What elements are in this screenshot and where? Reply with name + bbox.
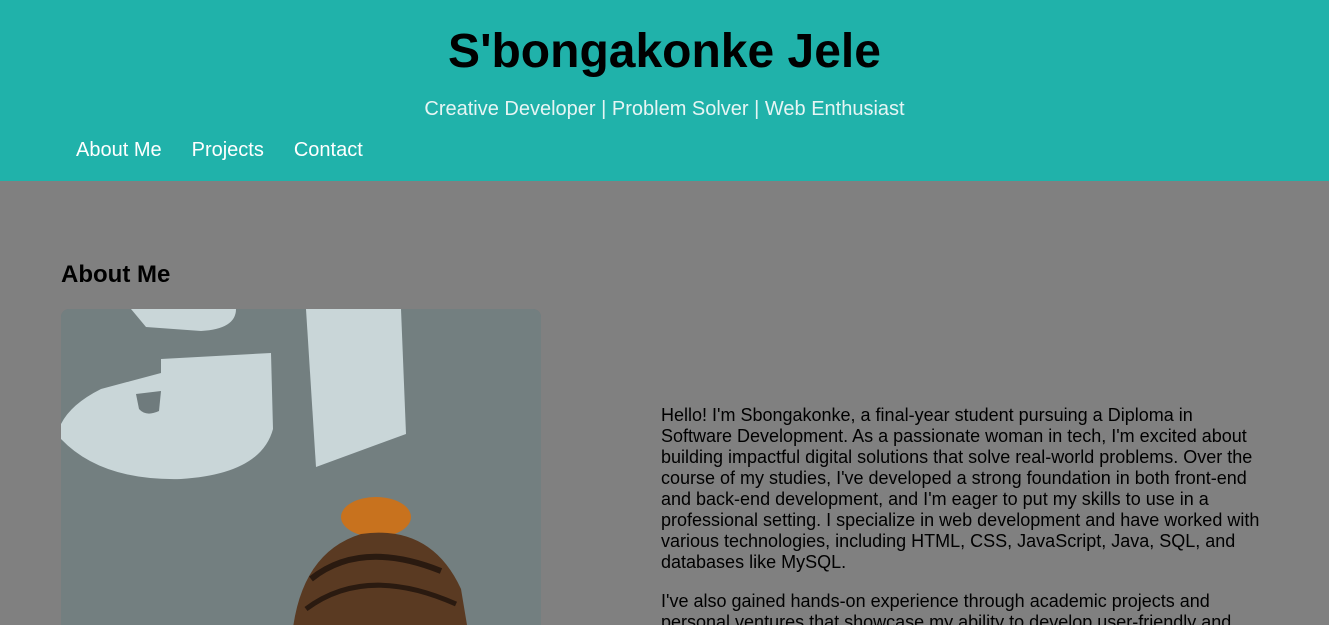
main-content: About Me Hello! I'm Sbongakonke, a final… [0,181,1329,625]
bio-paragraph: I've also gained hands-on experience thr… [661,591,1232,625]
site-title: S'bongakonke Jele [448,25,881,78]
about-bio: Hello! I'm Sbongakonke, a final-year stu… [661,405,1261,625]
tagline: Creative Developer | Problem Solver | We… [424,98,905,120]
profile-photo [61,309,541,625]
about-heading: About Me [61,261,171,288]
bio-paragraph: Hello! I'm Sbongakonke, a final-year stu… [661,405,1260,572]
nav-link-about[interactable]: About Me [76,138,162,162]
main-nav: About Me Projects Contact [76,138,363,162]
site-header: S'bongakonke Jele Creative Developer | P… [0,0,1329,181]
nav-link-contact[interactable]: Contact [294,138,363,162]
nav-link-projects[interactable]: Projects [192,138,264,162]
